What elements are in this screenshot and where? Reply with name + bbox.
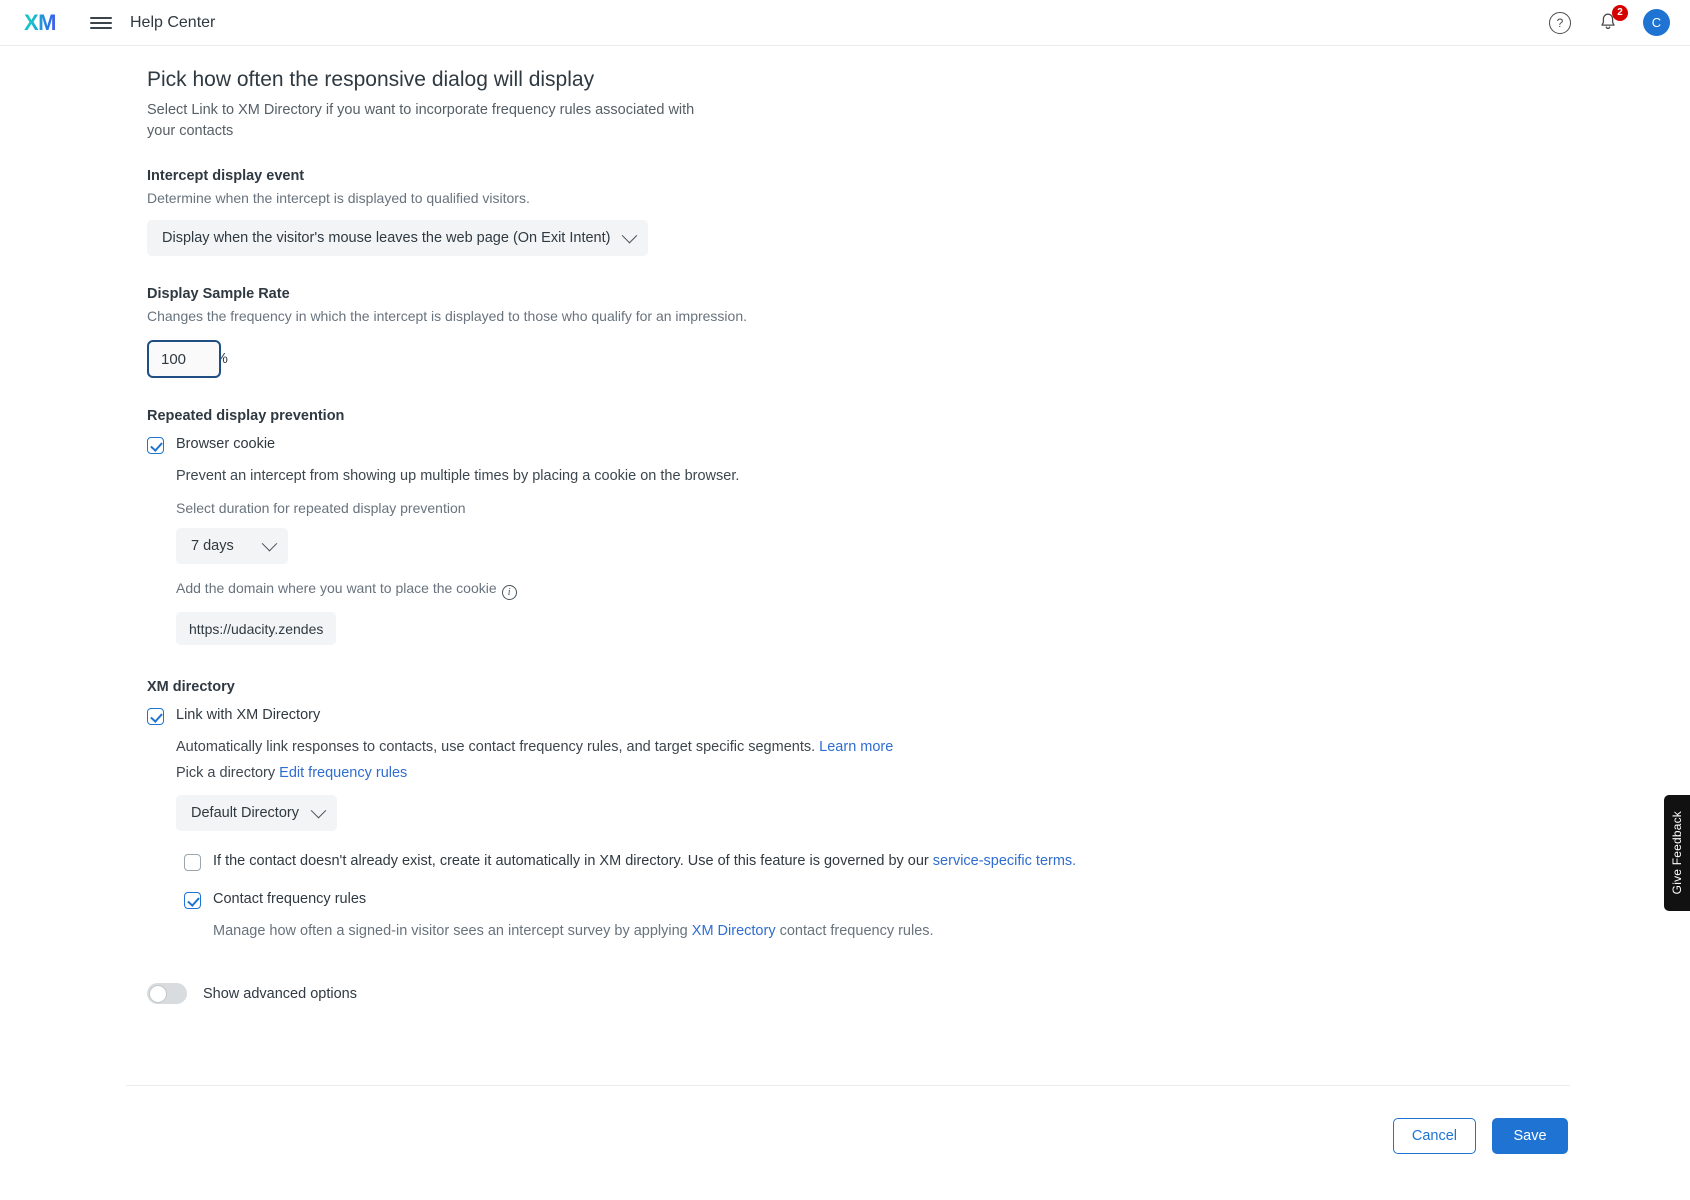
contact-frequency-rules-text-before: Manage how often a signed-in visitor see… xyxy=(213,923,688,940)
pick-directory-row: Pick a directory Edit frequency rules xyxy=(176,765,1567,781)
hamburger-line xyxy=(90,21,112,24)
repeated-display-prevention-label: Repeated display prevention xyxy=(147,408,345,425)
main-content: Pick how often the responsive dialog wil… xyxy=(0,46,1690,1200)
display-sample-rate-field-row: % xyxy=(147,340,1567,379)
page-title: Pick how often the responsive dialog wil… xyxy=(147,68,595,91)
browser-cookie-details: Prevent an intercept from showing up mul… xyxy=(176,468,1567,646)
edit-frequency-rules-link[interactable]: Edit frequency rules xyxy=(279,765,407,781)
cookie-duration-label: Select duration for repeated display pre… xyxy=(176,500,466,517)
auto-create-contact-label: If the contact doesn't already exist, cr… xyxy=(213,853,1076,869)
top-navigation-bar: XM Help Center ? 2 C xyxy=(0,0,1690,46)
service-specific-terms-link[interactable]: service-specific terms. xyxy=(933,853,1076,869)
cancel-button[interactable]: Cancel xyxy=(1392,1118,1476,1154)
hamburger-line xyxy=(90,26,112,29)
display-sample-rate-description: Changes the frequency in which the inter… xyxy=(147,308,748,325)
contact-frequency-rules-description: Manage how often a signed-in visitor see… xyxy=(213,923,1567,939)
chevron-down-icon xyxy=(310,802,327,818)
hamburger-line xyxy=(90,16,112,19)
link-xm-directory-checkbox-row[interactable]: Link with XM Directory xyxy=(147,707,1567,726)
intercept-display-event-value: Display when the visitor's mouse leaves … xyxy=(162,230,611,247)
link-xm-directory-description-text: Automatically link responses to contacts… xyxy=(176,739,816,756)
xm-directory-section: XM directory Link with XM Directory Auto… xyxy=(147,679,1567,939)
intercept-display-event-label: Intercept display event xyxy=(147,168,305,185)
directory-select[interactable]: Default Directory xyxy=(176,795,337,832)
auto-create-contact-checkbox-row[interactable]: If the contact doesn't already exist, cr… xyxy=(184,853,1567,872)
xm-directory-link[interactable]: XM Directory xyxy=(692,923,776,939)
help-icon: ? xyxy=(1549,11,1571,34)
show-advanced-options-label: Show advanced options xyxy=(203,985,357,1002)
toggle-knob xyxy=(148,984,167,1003)
settings-form: Pick how often the responsive dialog wil… xyxy=(147,68,1567,1005)
repeated-display-prevention-section: Repeated display prevention Browser cook… xyxy=(147,408,1567,646)
browser-cookie-checkbox-row[interactable]: Browser cookie xyxy=(147,436,1567,455)
intercept-display-event-description: Determine when the intercept is displaye… xyxy=(147,190,530,207)
top-bar-actions: ? 2 C xyxy=(1547,4,1670,36)
app-title: Help Center xyxy=(130,13,216,31)
browser-cookie-description: Prevent an intercept from showing up mul… xyxy=(176,468,740,485)
show-advanced-options-toggle[interactable] xyxy=(147,983,187,1005)
contact-frequency-rules-label: Contact frequency rules xyxy=(213,891,367,908)
chevron-down-icon xyxy=(622,227,638,243)
xm-logo[interactable]: XM xyxy=(18,11,62,35)
footer-actions: Cancel Save xyxy=(1392,1118,1568,1154)
intercept-display-event-select[interactable]: Display when the visitor's mouse leaves … xyxy=(147,220,649,257)
link-xm-directory-label: Link with XM Directory xyxy=(176,707,321,724)
avatar[interactable]: C xyxy=(1643,9,1670,36)
chevron-down-icon xyxy=(261,535,278,551)
contact-frequency-rules-checkbox[interactable] xyxy=(184,892,201,910)
intercept-display-event-section: Intercept display event Determine when t… xyxy=(147,168,1567,257)
cookie-domain-input[interactable] xyxy=(176,612,336,646)
browser-cookie-label: Browser cookie xyxy=(176,436,276,453)
browser-cookie-checkbox[interactable] xyxy=(147,437,164,455)
hamburger-menu-icon[interactable] xyxy=(90,15,112,31)
display-sample-rate-section: Display Sample Rate Changes the frequenc… xyxy=(147,286,1567,379)
link-xm-directory-checkbox[interactable] xyxy=(147,708,164,726)
give-feedback-tab[interactable]: Give Feedback xyxy=(1664,795,1690,911)
cookie-duration-select[interactable]: 7 days xyxy=(176,528,288,565)
page-subtitle: Select Link to XM Directory if you want … xyxy=(147,102,695,140)
cookie-duration-value: 7 days xyxy=(191,538,234,555)
info-icon[interactable]: i xyxy=(501,585,517,601)
contact-frequency-rules-text-after: contact frequency rules. xyxy=(779,923,934,940)
contact-frequency-rules-checkbox-row[interactable]: Contact frequency rules xyxy=(184,891,1567,910)
help-button[interactable]: ? xyxy=(1547,10,1573,36)
link-xm-directory-description: Automatically link responses to contacts… xyxy=(176,739,1567,755)
display-sample-rate-label: Display Sample Rate xyxy=(147,286,290,303)
auto-create-contact-text: If the contact doesn't already exist, cr… xyxy=(213,853,929,870)
pick-directory-label: Pick a directory xyxy=(176,765,276,782)
cookie-domain-label-text: Add the domain where you want to place t… xyxy=(176,580,497,597)
directory-value: Default Directory xyxy=(191,805,299,822)
display-sample-rate-input[interactable] xyxy=(147,340,221,379)
auto-create-contact-checkbox[interactable] xyxy=(184,854,201,872)
give-feedback-label: Give Feedback xyxy=(1670,811,1684,895)
notifications-button[interactable]: 2 xyxy=(1595,4,1628,36)
cookie-domain-label: Add the domain where you want to place t… xyxy=(176,580,1567,601)
xm-directory-details: Automatically link responses to contacts… xyxy=(176,739,1567,939)
footer-divider xyxy=(126,1085,1570,1086)
xm-directory-label: XM directory xyxy=(147,679,235,696)
learn-more-link[interactable]: Learn more xyxy=(819,739,893,755)
show-advanced-options-row[interactable]: Show advanced options xyxy=(147,983,1567,1005)
save-button[interactable]: Save xyxy=(1492,1118,1568,1154)
notification-badge: 2 xyxy=(1612,4,1628,21)
